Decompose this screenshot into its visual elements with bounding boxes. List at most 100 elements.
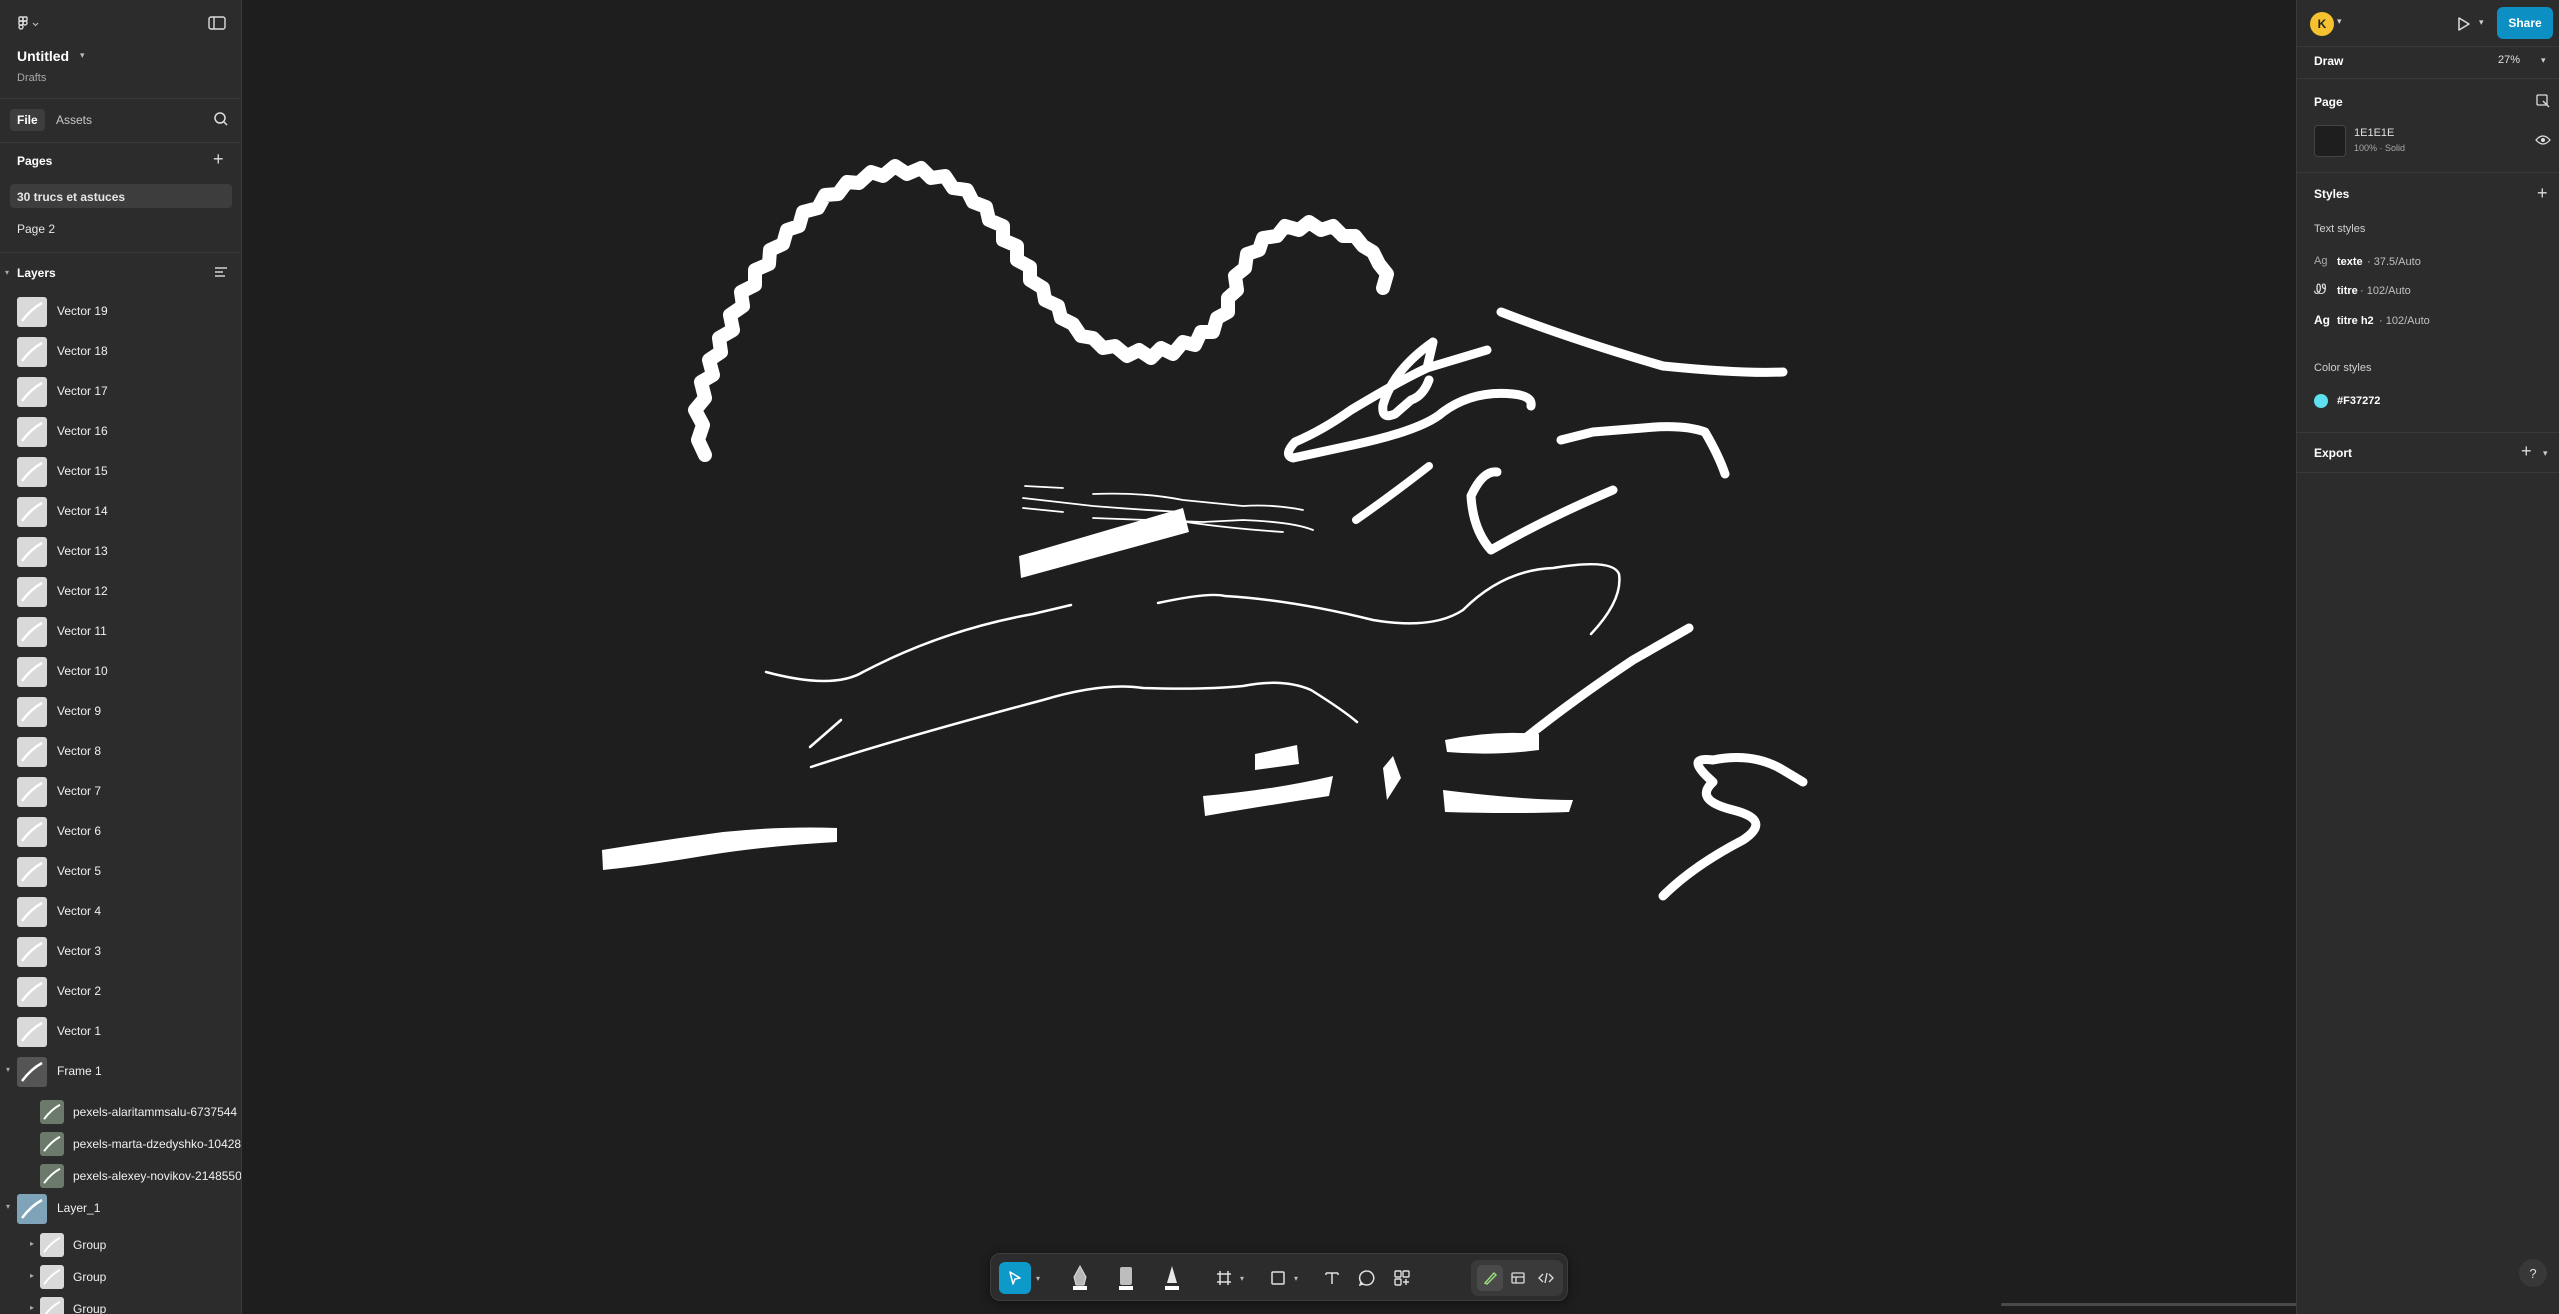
vector-jagged-arc xyxy=(688,159,1394,462)
layers-list-icon[interactable] xyxy=(213,265,229,282)
components-icon[interactable] xyxy=(1391,1262,1413,1294)
avatar[interactable]: K xyxy=(2310,12,2334,36)
design-mode-icon[interactable] xyxy=(1505,1265,1531,1291)
layer-row[interactable]: Vector 3 xyxy=(0,931,241,971)
play-icon[interactable] xyxy=(2457,16,2471,35)
layer-row[interactable]: Vector 16 xyxy=(0,411,241,451)
layer-row[interactable]: Vector 6 xyxy=(0,811,241,851)
page-settings-icon[interactable] xyxy=(2536,94,2550,111)
layer-expand-chevron-icon[interactable]: ▸ xyxy=(30,1239,34,1248)
text-style-name: texte xyxy=(2337,256,2363,268)
layer-expand-chevron-icon[interactable]: ▸ xyxy=(30,1271,34,1280)
frame-tool-chevron-icon[interactable]: ▾ xyxy=(1237,1262,1247,1294)
layer-thumbnail xyxy=(40,1233,64,1257)
layer-row[interactable]: Vector 17 xyxy=(0,371,241,411)
pencil-tool-icon[interactable] xyxy=(1157,1262,1187,1294)
layer-row[interactable]: Vector 12 xyxy=(0,571,241,611)
layers-collapse-chevron-icon[interactable]: ▾ xyxy=(5,268,9,277)
layer-row[interactable]: Vector 14 xyxy=(0,491,241,531)
layer-row[interactable]: Vector 13 xyxy=(0,531,241,571)
layer-name: Vector 1 xyxy=(57,1024,102,1038)
canvas[interactable] xyxy=(243,0,2533,1314)
page-color-value[interactable]: 1E1E1E xyxy=(2354,127,2394,139)
draw-mode-icon[interactable] xyxy=(1477,1265,1503,1291)
layer-row[interactable]: ▾ Layer_1 xyxy=(0,1188,241,1228)
layer-expand-chevron-icon[interactable]: ▸ xyxy=(30,1303,34,1312)
divider xyxy=(0,98,241,99)
layer-row[interactable]: Vector 18 xyxy=(0,331,241,371)
text-style-row[interactable]: Ag texte · 37.5/Auto xyxy=(2297,252,2559,274)
file-location[interactable]: Drafts xyxy=(17,72,46,84)
eye-icon[interactable] xyxy=(2535,134,2551,149)
page-color-swatch[interactable] xyxy=(2314,125,2346,157)
share-button[interactable]: Share xyxy=(2497,7,2553,39)
layer-thumbnail xyxy=(17,777,47,807)
marker-tool-icon[interactable] xyxy=(1111,1262,1141,1294)
layer-thumbnail xyxy=(17,417,47,447)
zoom-chevron-icon[interactable]: ▾ xyxy=(2541,55,2546,66)
layer-row[interactable]: Vector 9 xyxy=(0,691,241,731)
layer-row[interactable]: Vector 15 xyxy=(0,451,241,491)
layer-row[interactable]: Vector 10 xyxy=(0,651,241,691)
mode-toggle-group xyxy=(1471,1260,1563,1296)
layer-row[interactable]: ▸ Group xyxy=(0,1289,241,1314)
layer-name: Vector 5 xyxy=(57,864,102,878)
text-style-row[interactable]: Ag titre h2 · 102/Auto xyxy=(2297,311,2559,333)
layer-name: Vector 17 xyxy=(57,384,108,398)
file-name[interactable]: Untitled xyxy=(17,48,69,64)
move-tool-icon[interactable] xyxy=(999,1262,1031,1294)
figma-menu-icon[interactable] xyxy=(16,15,42,33)
text-styles-title: Text styles xyxy=(2314,223,2366,235)
comment-tool-icon[interactable] xyxy=(1356,1262,1378,1294)
layer-row[interactable]: Vector 7 xyxy=(0,771,241,811)
rectangle-tool-icon[interactable] xyxy=(1267,1262,1289,1294)
search-icon[interactable] xyxy=(213,111,229,130)
shape-tool-chevron-icon[interactable]: ▾ xyxy=(1291,1262,1301,1294)
layer-row[interactable]: Vector 8 xyxy=(0,731,241,771)
layer-thumbnail xyxy=(17,497,47,527)
page-item-page-2[interactable]: Page 2 xyxy=(10,216,232,240)
layer-row[interactable]: Vector 4 xyxy=(0,891,241,931)
layer-expand-chevron-icon[interactable]: ▾ xyxy=(6,1065,10,1074)
tab-assets[interactable]: Assets xyxy=(56,113,92,127)
layer-name: Vector 9 xyxy=(57,704,102,718)
layer-expand-chevron-icon[interactable]: ▾ xyxy=(6,1202,10,1211)
vector-thin-1 xyxy=(764,603,1073,683)
help-icon[interactable]: ? xyxy=(2519,1259,2547,1287)
add-export-plus-icon[interactable]: + xyxy=(2521,441,2532,462)
vector-brush-3 xyxy=(1203,776,1333,816)
vector-diag xyxy=(1518,623,1694,745)
layer-thumbnail xyxy=(17,1057,47,1087)
page-item-30-trucs-et-astuces[interactable]: 30 trucs et astuces xyxy=(10,184,232,208)
divider xyxy=(2297,472,2559,473)
avatar-chevron-icon[interactable]: ▾ xyxy=(2337,16,2342,27)
export-chevron-icon[interactable]: ▾ xyxy=(2543,448,2548,459)
layer-thumbnail xyxy=(17,857,47,887)
play-chevron-icon[interactable]: ▾ xyxy=(2479,17,2484,28)
pen-tool-icon[interactable] xyxy=(1065,1262,1095,1294)
file-menu-chevron-icon[interactable]: ▾ xyxy=(80,50,85,61)
vector-brush-7 xyxy=(1445,732,1539,754)
add-style-plus-icon[interactable]: + xyxy=(2537,183,2548,204)
layer-row[interactable]: Vector 19 xyxy=(0,291,241,331)
layer-row[interactable]: Vector 5 xyxy=(0,851,241,891)
frame-tool-icon[interactable] xyxy=(1213,1262,1235,1294)
vector-brush-4 xyxy=(1383,756,1401,800)
layer-row[interactable]: Vector 2 xyxy=(0,971,241,1011)
tab-file[interactable]: File xyxy=(10,109,45,131)
text-style-row[interactable]: Ꮺ titre · 102/Auto xyxy=(2297,281,2559,303)
color-style-row[interactable]: #F37272 xyxy=(2297,392,2559,414)
dev-mode-icon[interactable] xyxy=(1533,1265,1559,1291)
text-tool-icon[interactable] xyxy=(1321,1262,1343,1294)
layer-name: pexels-alaritammsalu-6737544 xyxy=(73,1105,238,1119)
layer-row[interactable]: ▾ Frame 1 xyxy=(0,1051,241,1091)
move-tool-chevron-icon[interactable]: ▾ xyxy=(1033,1262,1043,1294)
add-page-plus-icon[interactable]: + xyxy=(213,150,224,168)
vector-curve-line xyxy=(1156,562,1621,636)
text-style-icon: Ag xyxy=(2314,313,2330,327)
layer-row[interactable]: Vector 11 xyxy=(0,611,241,651)
sidebar-toggle-icon[interactable] xyxy=(208,15,226,34)
zoom-level[interactable]: 27% xyxy=(2498,54,2520,66)
layer-row[interactable]: Vector 1 xyxy=(0,1011,241,1051)
text-style-detail: · 102/Auto xyxy=(2360,285,2411,297)
